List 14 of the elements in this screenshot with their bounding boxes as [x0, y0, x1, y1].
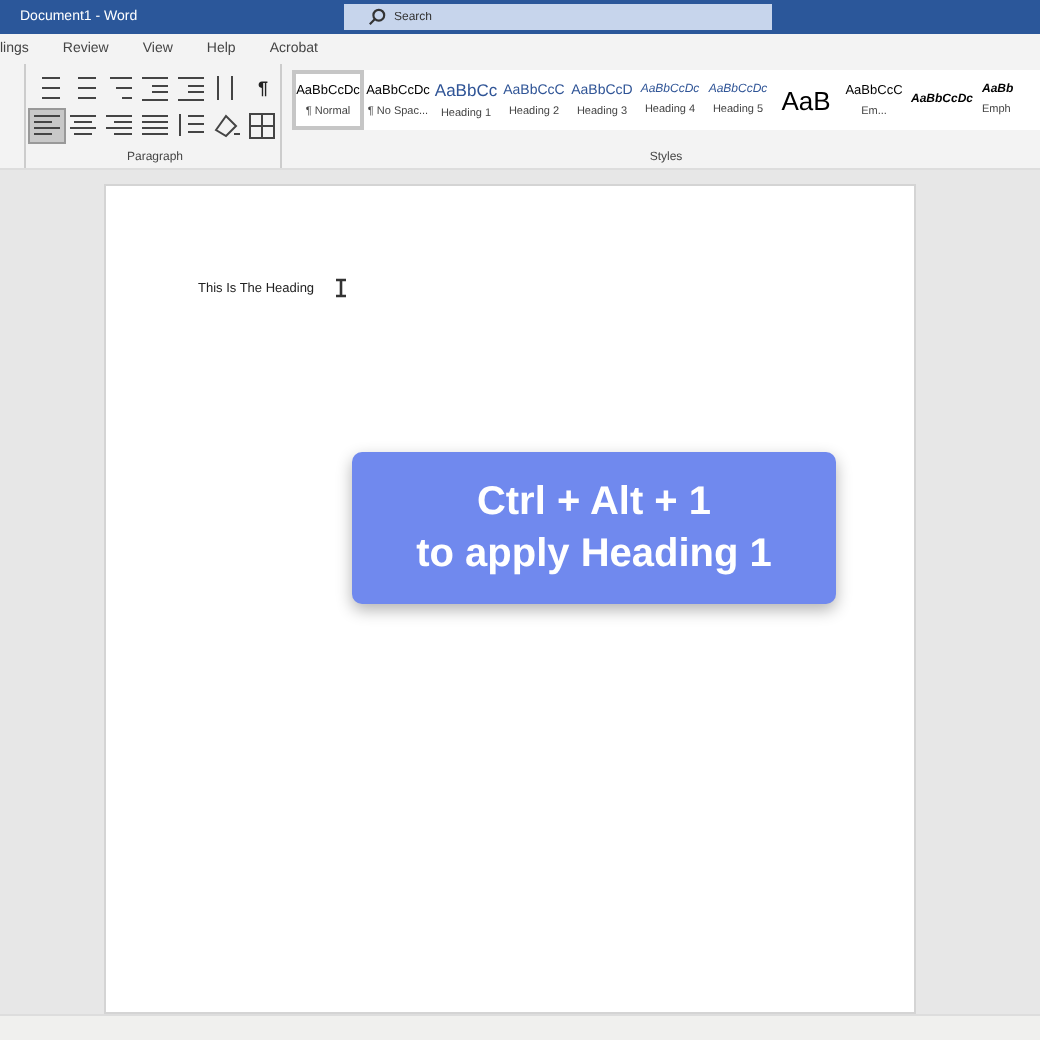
borders-icon[interactable] — [246, 110, 280, 142]
indent-icon[interactable] — [174, 72, 208, 104]
overlay-text: Ctrl + Alt + 1 — [476, 479, 712, 525]
outdent-icon[interactable] — [138, 72, 172, 104]
show-marks-button[interactable]: ¶ — [246, 72, 280, 104]
style-option[interactable]: AaB — [772, 70, 840, 130]
style-preview: AaB — [781, 85, 831, 115]
align-left-icon[interactable] — [30, 110, 64, 142]
text-cursor-icon — [334, 278, 349, 298]
overlay-text: to apply Heading 1 — [416, 531, 772, 577]
line-spacing-icon[interactable] — [174, 110, 208, 142]
style-preview: AaBbCc — [434, 80, 498, 100]
search-icon — [368, 8, 386, 26]
shading-icon[interactable] — [210, 110, 244, 142]
